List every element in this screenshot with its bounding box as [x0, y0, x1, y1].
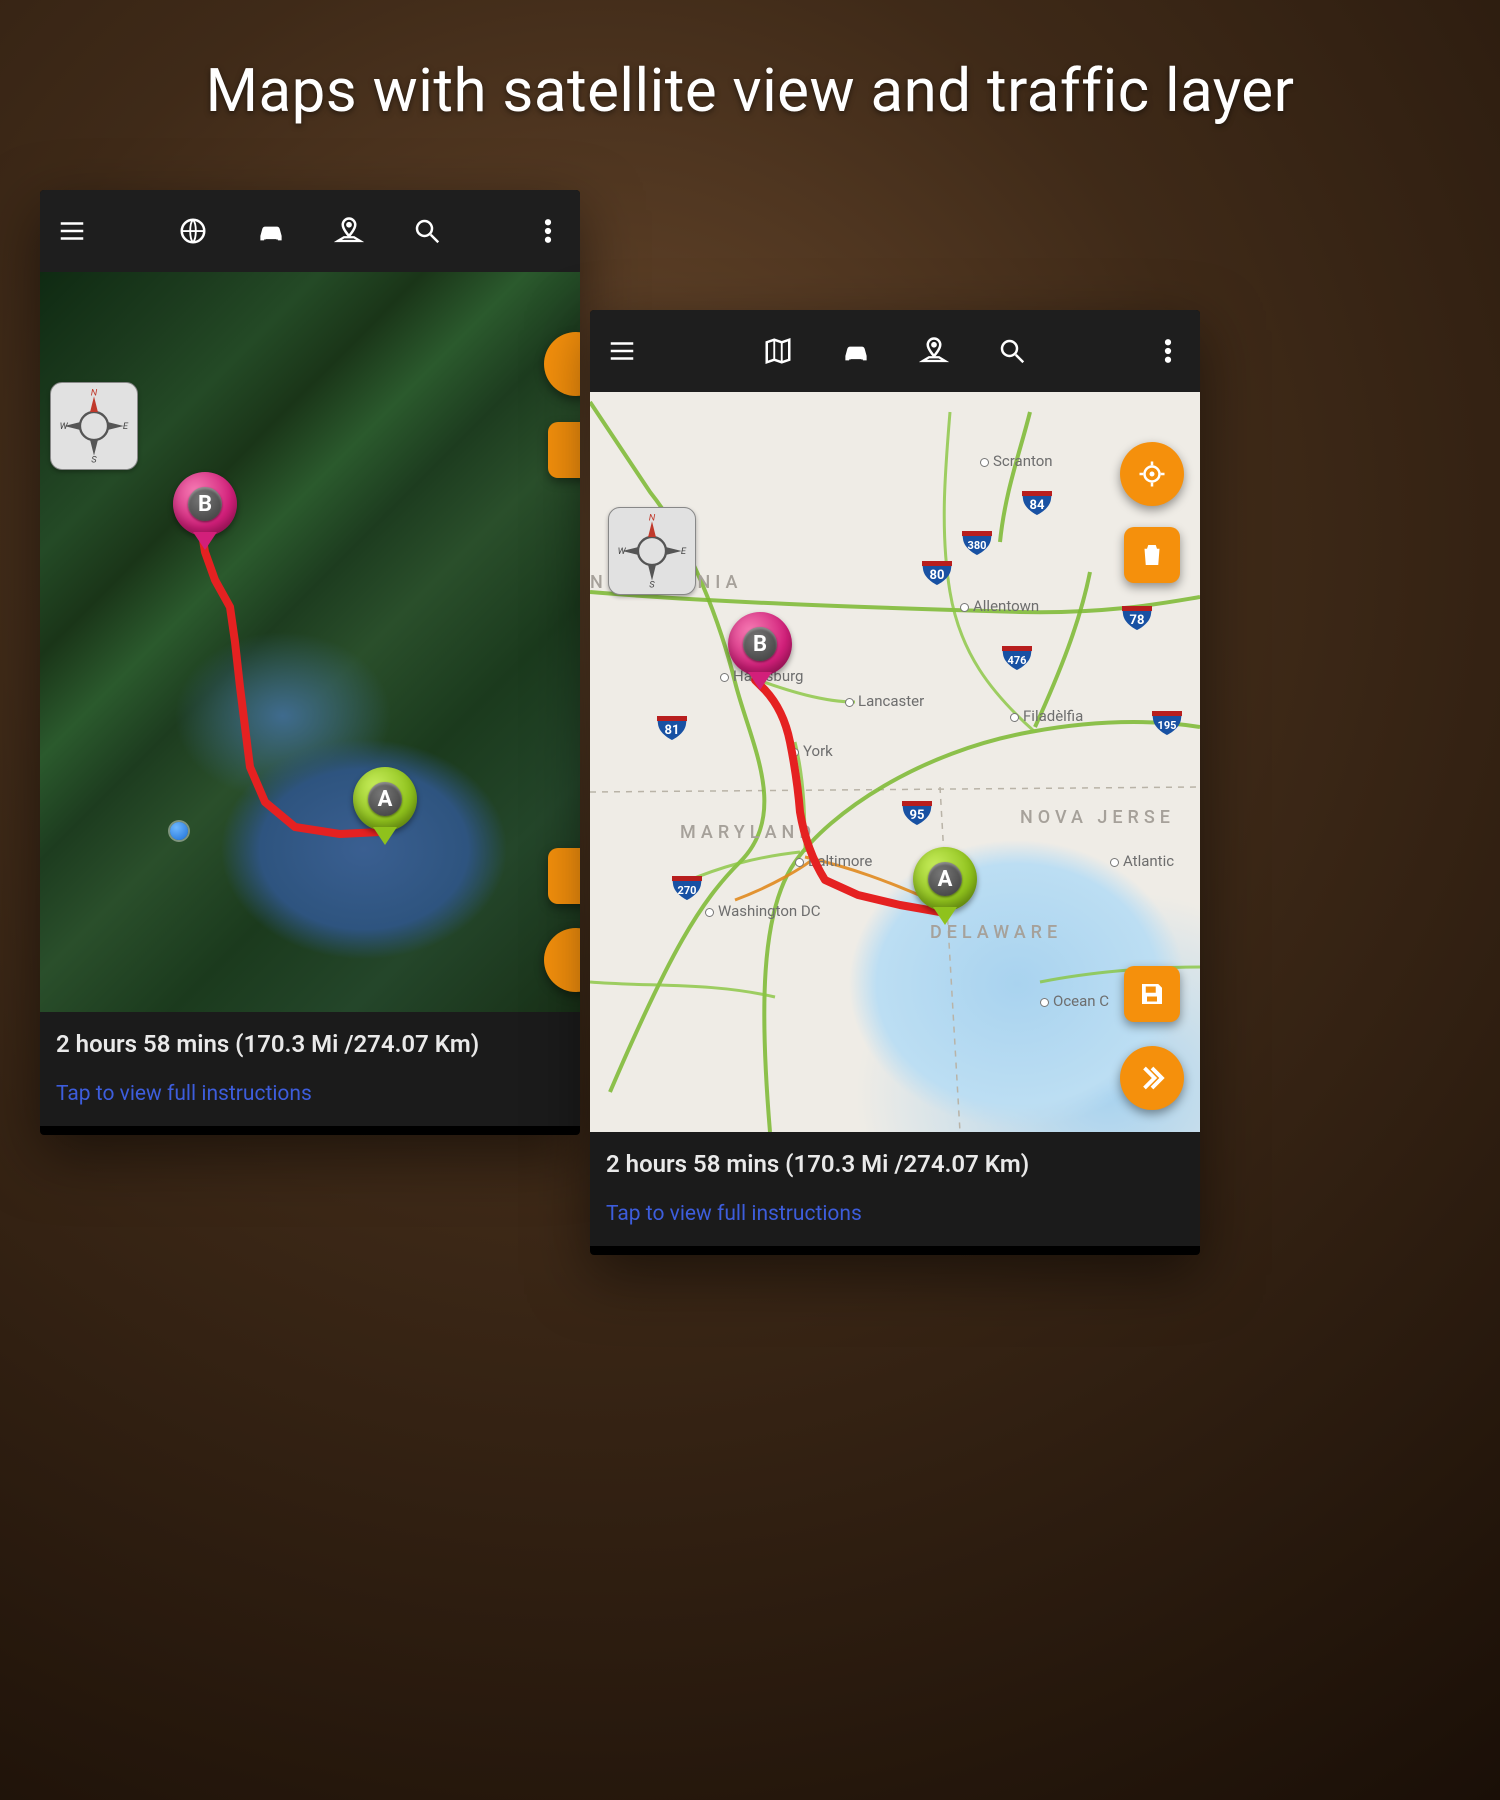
- route-line: [590, 392, 1200, 1132]
- route-summary-text: 2 hours 58 mins (170.3 Mi /274.07 Km): [56, 1030, 564, 1058]
- phone-satellite: N S W E A B 2 hours 58 mins (1: [40, 190, 580, 1135]
- map-view-satellite[interactable]: N S W E A B: [40, 272, 580, 1012]
- app-bar: [40, 190, 580, 272]
- view-instructions-link[interactable]: Tap to view full instructions: [56, 1082, 564, 1106]
- menu-icon[interactable]: [54, 213, 90, 249]
- phone-roadmap: 84 380 80 78 476 195 81 95 270 NNSILVANI…: [590, 310, 1200, 1255]
- pin-area-icon[interactable]: [331, 213, 367, 249]
- route-summary-bar: 2 hours 58 mins (170.3 Mi /274.07 Km) Ta…: [40, 1012, 580, 1126]
- search-icon[interactable]: [409, 213, 445, 249]
- fab-locate[interactable]: [1120, 442, 1184, 506]
- menu-icon[interactable]: [604, 333, 640, 369]
- promo-banner: Maps with satellite view and traffic lay…: [0, 0, 1500, 166]
- marker-b[interactable]: B: [728, 612, 792, 692]
- marker-b[interactable]: B: [173, 472, 237, 552]
- map-icon[interactable]: [760, 333, 796, 369]
- fab-next[interactable]: [1120, 1046, 1184, 1110]
- car-icon[interactable]: [838, 333, 874, 369]
- pin-area-icon[interactable]: [916, 333, 952, 369]
- marker-a[interactable]: A: [913, 847, 977, 927]
- route-line: [40, 272, 580, 1012]
- overflow-icon[interactable]: [530, 213, 566, 249]
- app-bar: [590, 310, 1200, 392]
- search-icon[interactable]: [994, 333, 1030, 369]
- route-summary-bar: 2 hours 58 mins (170.3 Mi /274.07 Km) Ta…: [590, 1132, 1200, 1246]
- map-view-road[interactable]: 84 380 80 78 476 195 81 95 270 NNSILVANI…: [590, 392, 1200, 1132]
- fab-save[interactable]: [1124, 966, 1180, 1022]
- current-location-dot: [170, 822, 188, 840]
- overflow-icon[interactable]: [1150, 333, 1186, 369]
- route-summary-text: 2 hours 58 mins (170.3 Mi /274.07 Km): [606, 1150, 1184, 1178]
- car-icon[interactable]: [253, 213, 289, 249]
- fab-trash[interactable]: [1124, 527, 1180, 583]
- marker-a[interactable]: A: [353, 767, 417, 847]
- globe-icon[interactable]: [175, 213, 211, 249]
- view-instructions-link[interactable]: Tap to view full instructions: [606, 1202, 1184, 1226]
